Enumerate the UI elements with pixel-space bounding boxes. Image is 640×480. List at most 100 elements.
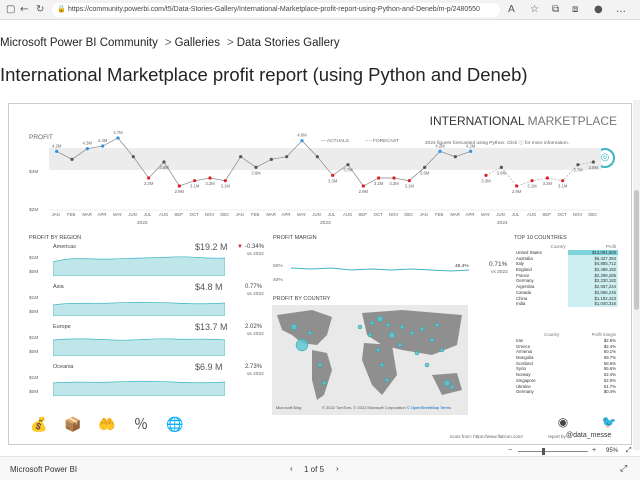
money-bag-nav-icon[interactable]: 💰 — [30, 415, 48, 433]
back-arrow-icon[interactable]: ← — [20, 4, 28, 16]
data-point[interactable] — [116, 136, 120, 140]
data-point[interactable] — [576, 163, 580, 167]
country-bubble[interactable] — [449, 384, 455, 390]
country-bubble[interactable] — [376, 315, 384, 323]
author-handle[interactable]: @data_messe — [566, 432, 611, 439]
country-bubble[interactable] — [357, 324, 363, 330]
country-bubble[interactable] — [397, 342, 403, 348]
data-point[interactable] — [85, 147, 89, 151]
zoom-in-icon[interactable]: + — [592, 447, 596, 454]
page-scrollbar[interactable] — [633, 100, 640, 450]
data-point[interactable] — [300, 139, 304, 143]
data-point[interactable] — [101, 144, 105, 148]
data-point[interactable] — [530, 179, 534, 183]
refresh-icon[interactable]: ↻ — [36, 4, 44, 16]
data-point[interactable] — [55, 149, 59, 153]
data-point[interactable] — [315, 155, 319, 159]
country-bubble[interactable] — [429, 337, 435, 343]
country-bubble[interactable] — [369, 320, 375, 326]
data-point[interactable] — [591, 160, 595, 164]
data-point[interactable] — [239, 155, 243, 159]
data-point[interactable] — [469, 149, 473, 153]
profit-by-country-map[interactable]: Microsoft Bing © 2022 TomTom, © 2022 Mic… — [272, 305, 468, 415]
country-bubble[interactable] — [419, 326, 425, 332]
boxes-nav-icon[interactable]: 📦 — [64, 415, 82, 433]
data-point[interactable] — [545, 176, 549, 180]
favorite-star-icon[interactable]: ☆ — [530, 4, 539, 16]
twitter-icon[interactable]: 🐦 — [600, 413, 618, 431]
data-point[interactable] — [162, 160, 166, 164]
data-point[interactable] — [193, 179, 197, 183]
data-point[interactable] — [438, 149, 442, 153]
data-point[interactable] — [484, 173, 488, 177]
country-bubble[interactable] — [307, 330, 313, 336]
data-point[interactable] — [499, 165, 503, 169]
country-bubble[interactable] — [321, 380, 327, 386]
browser-toolbar: ▢ ← ↻ 🔒 https://community.powerbi.com/t5… — [0, 0, 640, 20]
profile-icon[interactable]: ● — [594, 4, 603, 16]
data-point[interactable] — [361, 184, 365, 188]
fit-page-icon[interactable]: ⤢ — [626, 447, 632, 455]
data-point[interactable] — [177, 184, 181, 188]
zoom-thumb[interactable] — [542, 448, 545, 455]
breadcrumb-galleries[interactable]: Galleries — [175, 37, 220, 49]
next-page-icon[interactable]: › — [336, 464, 339, 473]
data-point[interactable] — [392, 176, 396, 180]
data-point[interactable] — [285, 155, 289, 159]
country-bubble[interactable] — [414, 350, 420, 356]
country-bubble[interactable] — [295, 338, 309, 352]
collections-icon[interactable]: ⧈ — [572, 4, 578, 16]
data-point[interactable] — [70, 157, 74, 161]
country-bubble[interactable] — [399, 324, 405, 330]
map-osm-link[interactable]: © OpenStreetMap — [407, 405, 439, 410]
zoom-out-icon[interactable]: − — [508, 447, 512, 454]
data-point[interactable] — [453, 155, 457, 159]
data-point[interactable] — [377, 176, 381, 180]
data-point[interactable] — [561, 179, 565, 183]
table-row[interactable]: Germany $0.4% — [514, 389, 618, 395]
country-bubble[interactable] — [409, 330, 415, 336]
data-point[interactable] — [423, 165, 427, 169]
prev-page-icon[interactable]: ‹ — [290, 464, 293, 473]
address-bar[interactable]: 🔒 https://community.powerbi.com/t5/Data-… — [52, 3, 500, 17]
data-point[interactable] — [407, 179, 411, 183]
country-bubble[interactable] — [367, 332, 373, 338]
data-point[interactable] — [131, 155, 135, 159]
country-bubble[interactable] — [384, 377, 390, 383]
data-point[interactable] — [269, 157, 273, 161]
country-bubble[interactable] — [434, 322, 440, 328]
country-bubble[interactable] — [375, 347, 381, 353]
breadcrumb-community[interactable]: Microsoft Power BI Community — [0, 37, 158, 49]
country-bubble[interactable] — [385, 322, 391, 328]
data-point[interactable] — [515, 184, 519, 188]
data-point[interactable] — [223, 179, 227, 183]
more-menu-icon[interactable]: … — [616, 4, 626, 16]
data-point[interactable] — [208, 176, 212, 180]
data-point[interactable] — [254, 165, 258, 169]
zoom-slider[interactable] — [518, 451, 588, 452]
scroll-thumb[interactable] — [634, 190, 639, 310]
country-bubble[interactable] — [379, 362, 385, 368]
country-bubble[interactable] — [290, 323, 298, 331]
tab-actions-icon[interactable]: ▢ — [6, 4, 15, 16]
table-row[interactable]: India $1,040,316 — [514, 300, 618, 307]
hand-coin-nav-icon[interactable]: 🤲 — [98, 415, 116, 433]
data-point[interactable] — [331, 173, 335, 177]
data-point[interactable] — [346, 163, 350, 167]
country-bubble[interactable] — [439, 347, 445, 353]
breadcrumb-data-stories[interactable]: Data Stories Gallery — [237, 37, 340, 49]
country-bubble[interactable] — [388, 331, 396, 339]
country-bubble[interactable] — [317, 362, 323, 368]
map-terms-link[interactable]: Terms — [440, 405, 451, 410]
split-screen-icon[interactable]: ⧉ — [552, 4, 559, 16]
month-tick: JUN — [312, 212, 321, 217]
country-bubble[interactable] — [443, 379, 451, 387]
south-america-shape — [312, 350, 332, 400]
data-point[interactable] — [147, 176, 151, 180]
expand-icon[interactable]: ⤢ — [620, 463, 627, 474]
read-aloud-icon[interactable]: A — [508, 4, 515, 16]
country-bubble[interactable] — [424, 362, 430, 368]
github-icon[interactable]: ◉ — [554, 413, 572, 431]
percent-nav-icon[interactable]: ％ — [132, 415, 150, 433]
globe-nav-icon[interactable]: 🌐 — [166, 415, 184, 433]
